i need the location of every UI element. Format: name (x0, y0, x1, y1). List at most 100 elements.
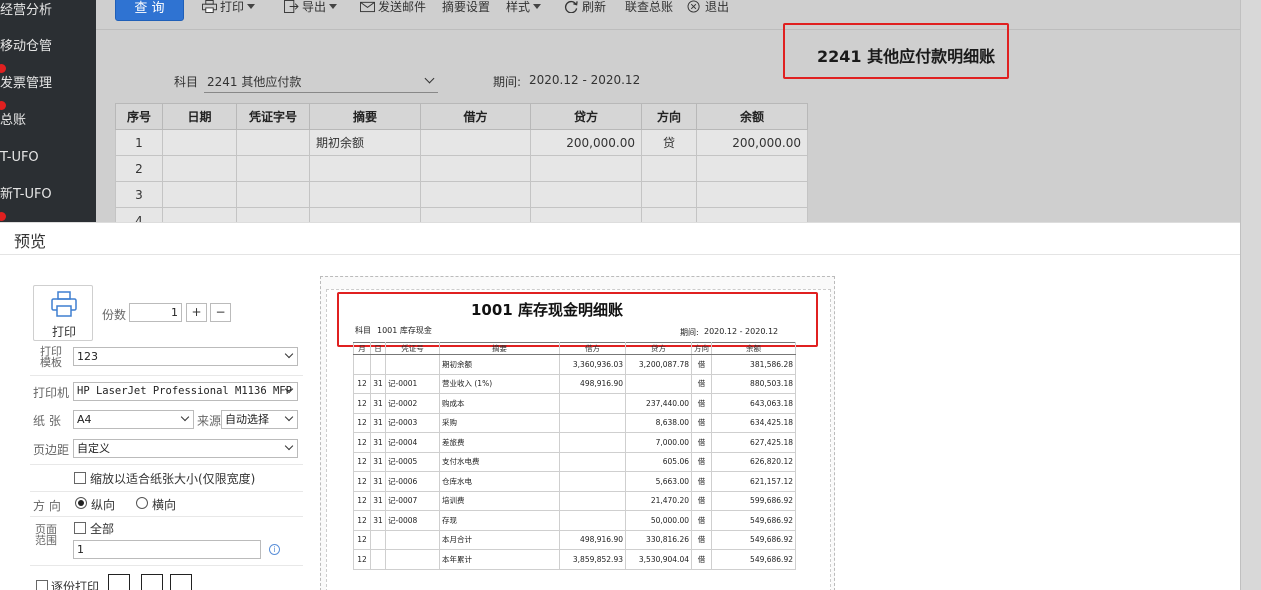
source-select[interactable]: 自动选择 (221, 410, 298, 429)
table-cell: 3 (115, 181, 163, 208)
query-button[interactable]: 查 询 (115, 0, 184, 21)
column-header[interactable]: 凭证字号 (236, 103, 310, 130)
ledger-table: 序号 日期 凭证字号 摘要 借方 贷方 方向 余额 1 期初余额 200,000.00 贷 200,0… (115, 103, 808, 234)
table-cell: 12 (353, 490, 371, 511)
chevron-down-icon (180, 412, 190, 422)
table-cell: 605.06 (625, 451, 692, 472)
paper-select[interactable]: A4 (73, 410, 194, 429)
template-select[interactable]: 123 (73, 347, 298, 366)
column-header[interactable]: 月 (353, 342, 371, 355)
info-icon[interactable]: i (269, 544, 280, 555)
table-cell: 31 (370, 451, 386, 472)
table-cell (385, 549, 440, 570)
table-cell (641, 181, 697, 208)
preview-ledger-table: 月日凭证号 摘要 借方 贷方 方向 余额 期初余额 3,360,936.03 3,200,08… (353, 342, 796, 570)
portrait-radio[interactable] (75, 497, 87, 509)
column-header[interactable]: 贷方 (530, 103, 642, 130)
table-cell (370, 549, 386, 570)
summary-settings-button[interactable]: 摘要设置 (442, 0, 490, 16)
table-cell (236, 155, 310, 182)
table-row[interactable]: 12 31 记-0007 培训费 21,470.20 借 599,686.92 (353, 490, 796, 511)
dialog-title: 预览 (14, 232, 47, 251)
table-row[interactable]: 12 31 记-0003 采购 8,638.00 借 634,425.18 (353, 412, 796, 433)
table-cell: 12 (353, 529, 371, 550)
column-header[interactable]: 摘要 (309, 103, 421, 130)
subject-select[interactable]: 2241 其他应付款 (204, 70, 438, 93)
column-header[interactable]: 方向 (691, 342, 712, 355)
table-row[interactable]: 12 31 记-0005 支付水电费 605.06 借 626,820.12 (353, 451, 796, 472)
linked-ledger-button[interactable]: 联查总账 (625, 0, 673, 16)
print-button[interactable]: 打印 (33, 285, 93, 341)
table-cell: 31 (370, 432, 386, 453)
orientation-label: 方 向 (33, 499, 61, 513)
sidebar-item-mobile-warehouse[interactable]: 移动仓管 (0, 28, 96, 65)
table-cell: 差旅费 (439, 432, 560, 453)
style-menu[interactable]: 样式 (506, 0, 542, 16)
column-header[interactable]: 凭证号 (385, 342, 440, 355)
sidebar-item-new-t-ufo[interactable]: 新T-UFO (0, 176, 96, 213)
report-title: 2241 其他应付款明细账 (817, 47, 996, 66)
table-cell: 237,440.00 (625, 393, 692, 414)
column-header[interactable]: 贷方 (625, 342, 692, 355)
printer-select[interactable]: HP LaserJet Professional M1136 MFP (73, 382, 298, 401)
table-row[interactable]: 2 (115, 155, 808, 182)
column-header[interactable]: 日 (370, 342, 386, 355)
copies-label: 份数 (102, 308, 127, 322)
caret-down-icon (247, 4, 256, 9)
export-menu[interactable]: 导出 (284, 0, 338, 16)
column-header[interactable]: 序号 (115, 103, 163, 130)
table-row[interactable]: 期初余额 3,360,936.03 3,200,087.78 借 381,586.28 (353, 354, 796, 375)
table-row[interactable]: 12 本月合计 498,916.90 330,816.26 借 549,686.92 (353, 529, 796, 550)
margin-select[interactable]: 自定义 (73, 439, 298, 458)
table-row[interactable]: 12 31 记-0008 存现 50,000.00 借 549,686.92 (353, 510, 796, 531)
table-cell (309, 181, 421, 208)
table-row[interactable]: 12 31 记-0006 仓库水电 5,663.00 借 621,157.12 (353, 471, 796, 492)
chevron-down-icon (424, 73, 435, 84)
margin-label: 页边距 (33, 443, 70, 457)
all-pages-checkbox[interactable] (74, 522, 86, 534)
table-cell: 12 (353, 393, 371, 414)
column-header[interactable]: 余额 (696, 103, 808, 130)
landscape-radio[interactable] (136, 497, 148, 509)
column-header[interactable]: 借方 (420, 103, 531, 130)
preview-period-label: 期间: (680, 328, 699, 337)
table-header-row: 月日凭证号 摘要 借方 贷方 方向 余额 (353, 342, 796, 355)
table-row[interactable]: 12 31 记-0004 差旅费 7,000.00 借 627,425.18 (353, 432, 796, 453)
column-header[interactable]: 余额 (711, 342, 796, 355)
page-range-input[interactable]: 1 (73, 540, 261, 559)
table-cell: 贷 (641, 129, 697, 156)
table-row[interactable]: 12 31 记-0001 营业收入 (1%) 498,916.90 借 880,503.18 (353, 373, 796, 394)
fit-width-label: 缩放以适合纸张大小(仅限宽度) (90, 472, 256, 486)
sidebar-item-t-ufo[interactable]: T-UFO (0, 139, 96, 176)
exit-button[interactable]: 退出 (687, 0, 729, 16)
sidebar-item-general-ledger[interactable]: 总账 (0, 102, 96, 139)
caret-down-icon (329, 4, 338, 9)
column-header[interactable]: 摘要 (439, 342, 560, 355)
table-cell: 21,470.20 (625, 490, 692, 511)
copies-increment-button[interactable]: + (186, 303, 207, 322)
collate-checkbox[interactable] (36, 580, 48, 590)
refresh-button[interactable]: 刷新 (564, 0, 606, 16)
column-header[interactable]: 方向 (641, 103, 697, 130)
column-header[interactable]: 日期 (162, 103, 237, 130)
all-pages-label: 全部 (90, 522, 115, 536)
print-menu[interactable]: 打印 (202, 0, 256, 16)
table-row[interactable]: 1 期初余额 200,000.00 贷 200,000.00 (115, 129, 808, 156)
table-cell: 3,530,904.04 (625, 549, 692, 570)
sidebar-item-invoice[interactable]: 发票管理 (0, 65, 96, 102)
table-cell: 借 (691, 393, 712, 414)
sidebar-item-business-analysis[interactable]: 经营分析 (0, 0, 96, 29)
copies-input[interactable]: 1 (129, 303, 182, 322)
fit-width-checkbox[interactable] (74, 472, 86, 484)
send-mail-button[interactable]: 发送邮件 (360, 0, 426, 16)
table-row[interactable]: 3 (115, 181, 808, 208)
table-cell: 存现 (439, 510, 560, 531)
scrollbar[interactable] (1240, 0, 1261, 590)
copies-decrement-button[interactable]: − (210, 303, 231, 322)
table-row[interactable]: 12 31 记-0002 购成本 237,440.00 借 643,063.18 (353, 393, 796, 414)
column-header[interactable]: 借方 (559, 342, 626, 355)
table-cell: 549,686.92 (711, 549, 796, 570)
table-row[interactable]: 12 本年累计 3,859,852.93 3,530,904.04 借 549,686.9… (353, 549, 796, 570)
table-cell: 31 (370, 393, 386, 414)
table-cell: 8,638.00 (625, 412, 692, 433)
